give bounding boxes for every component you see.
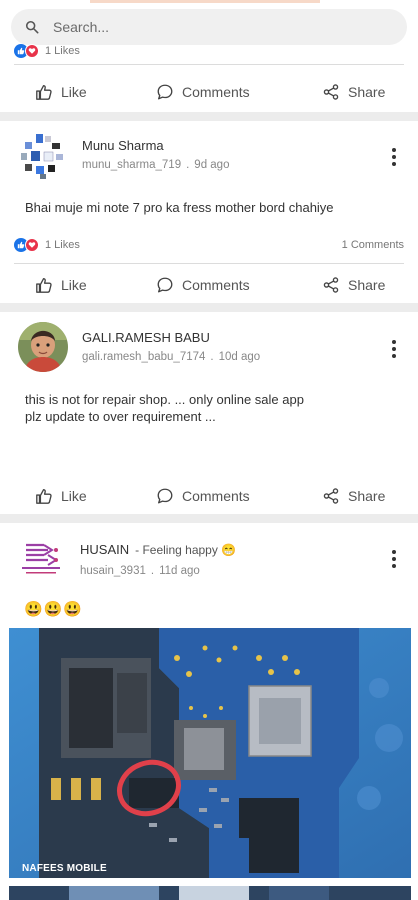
separator-dot: . [186,159,190,171]
share-icon [323,488,339,504]
comments-label: Comments [182,488,250,504]
search-icon [25,20,39,34]
feeling-status: - Feeling happy 😁 [135,543,237,557]
post-image[interactable]: NAFEES MOBILE [9,628,411,878]
post-meta: Munu Sharma munu_sharma_719. 9d ago [82,132,229,180]
post-card: GALI.RAMESH BABU gali.ramesh_babu_7174. 1… [0,312,418,514]
thumbs-up-icon [36,278,52,293]
author-name[interactable]: Munu Sharma [82,138,229,153]
likes-row: 1 Likes 1 Comments [14,238,404,252]
action-bar: Like Comments Share [0,476,418,516]
like-label: Like [61,277,87,293]
like-button[interactable]: Like [35,276,87,294]
comment-icon [157,277,173,293]
like-label: Like [61,488,87,504]
post-meta: GALI.RAMESH BABU gali.ramesh_babu_7174. 1… [82,322,260,372]
next-image-preview [9,886,411,900]
separator-dot: . [210,351,214,363]
share-button[interactable]: Share [322,487,385,505]
like-button[interactable]: Like [35,487,87,505]
comments-count[interactable]: 1 Comments [342,239,404,251]
love-reaction-icon [25,44,39,58]
avatar[interactable] [18,132,66,180]
author-handle: munu_sharma_719 [82,159,182,171]
comments-button[interactable]: Comments [156,276,250,294]
post-card: Munu Sharma munu_sharma_719. 9d ago Bhai … [0,121,418,303]
post-text: this is not for repair shop. ... only on… [25,391,393,425]
comments-label: Comments [182,277,250,293]
share-icon [323,277,339,293]
thumbs-up-icon [36,85,52,100]
post-subline: munu_sharma_719. 9d ago [82,159,229,171]
author-name[interactable]: GALI.RAMESH BABU [82,330,260,345]
post-header: Munu Sharma munu_sharma_719. 9d ago [18,132,229,180]
action-bar: Like Comments Share [0,72,418,112]
comment-icon [157,84,173,100]
share-label: Share [348,488,386,504]
comments-button[interactable]: Comments [156,487,250,505]
avatar-child-photo [18,322,68,372]
post-subline: husain_3931. 11d ago [80,565,236,577]
post-time: 10d ago [218,351,261,363]
reactions [14,238,39,252]
divider [14,64,404,65]
likes-count[interactable]: 1 Likes [45,239,80,251]
circuit-board-photo [9,628,411,878]
search-box[interactable] [11,9,407,45]
author-handle: husain_3931 [80,565,146,577]
avatar-collage-image [18,132,66,180]
divider [14,263,404,264]
separator-dot: . [150,565,155,577]
post-text: Bhai muje mi note 7 pro ka fress mother … [25,200,334,215]
action-bar: Like Comments Share [0,265,418,305]
post-time: 11d ago [159,565,200,577]
next-post-image-strip[interactable] [9,886,411,900]
avatar[interactable] [18,322,68,372]
post-header: GALI.RAMESH BABU gali.ramesh_babu_7174. 1… [18,322,260,372]
more-options-icon[interactable] [392,148,396,169]
post-text-line: this is not for repair shop. ... only on… [25,392,304,407]
reactions [14,44,39,58]
share-label: Share [348,84,386,100]
post-emojis: 😃😃😃 [24,601,84,618]
more-options-icon[interactable] [392,340,396,361]
like-label: Like [61,84,87,100]
search-bar-container [0,0,418,50]
share-button[interactable]: Share [322,83,385,101]
more-options-icon[interactable] [392,550,396,571]
share-button[interactable]: Share [322,276,385,294]
image-watermark-caption: NAFEES MOBILE [22,863,107,874]
share-label: Share [348,277,386,293]
comments-label: Comments [182,84,250,100]
search-input[interactable] [53,19,353,35]
love-reaction-icon [25,238,39,252]
avatar-logo-image [18,533,64,579]
top-accent-stripe [90,0,320,3]
likes-row: 1 Likes [14,44,404,58]
post-text-line: plz update to over requirement ... [25,409,216,424]
comments-button[interactable]: Comments [156,83,250,101]
comment-icon [157,488,173,504]
like-button[interactable]: Like [35,83,87,101]
share-icon [323,84,339,100]
post-card: 1 Likes Like Comments Share [0,44,418,112]
post-header: HUSAIN - Feeling happy 😁 husain_3931. 11d … [18,533,236,579]
author-line: HUSAIN - Feeling happy 😁 [80,541,236,559]
post-subline: gali.ramesh_babu_7174. 10d ago [82,351,260,363]
thumbs-up-icon [36,489,52,504]
author-handle: gali.ramesh_babu_7174 [82,351,206,363]
likes-count[interactable]: 1 Likes [45,45,80,57]
post-time: 9d ago [194,159,230,171]
post-meta: HUSAIN - Feeling happy 😁 husain_3931. 11d … [80,533,236,579]
avatar[interactable] [18,533,64,579]
author-name[interactable]: HUSAIN [80,542,129,557]
